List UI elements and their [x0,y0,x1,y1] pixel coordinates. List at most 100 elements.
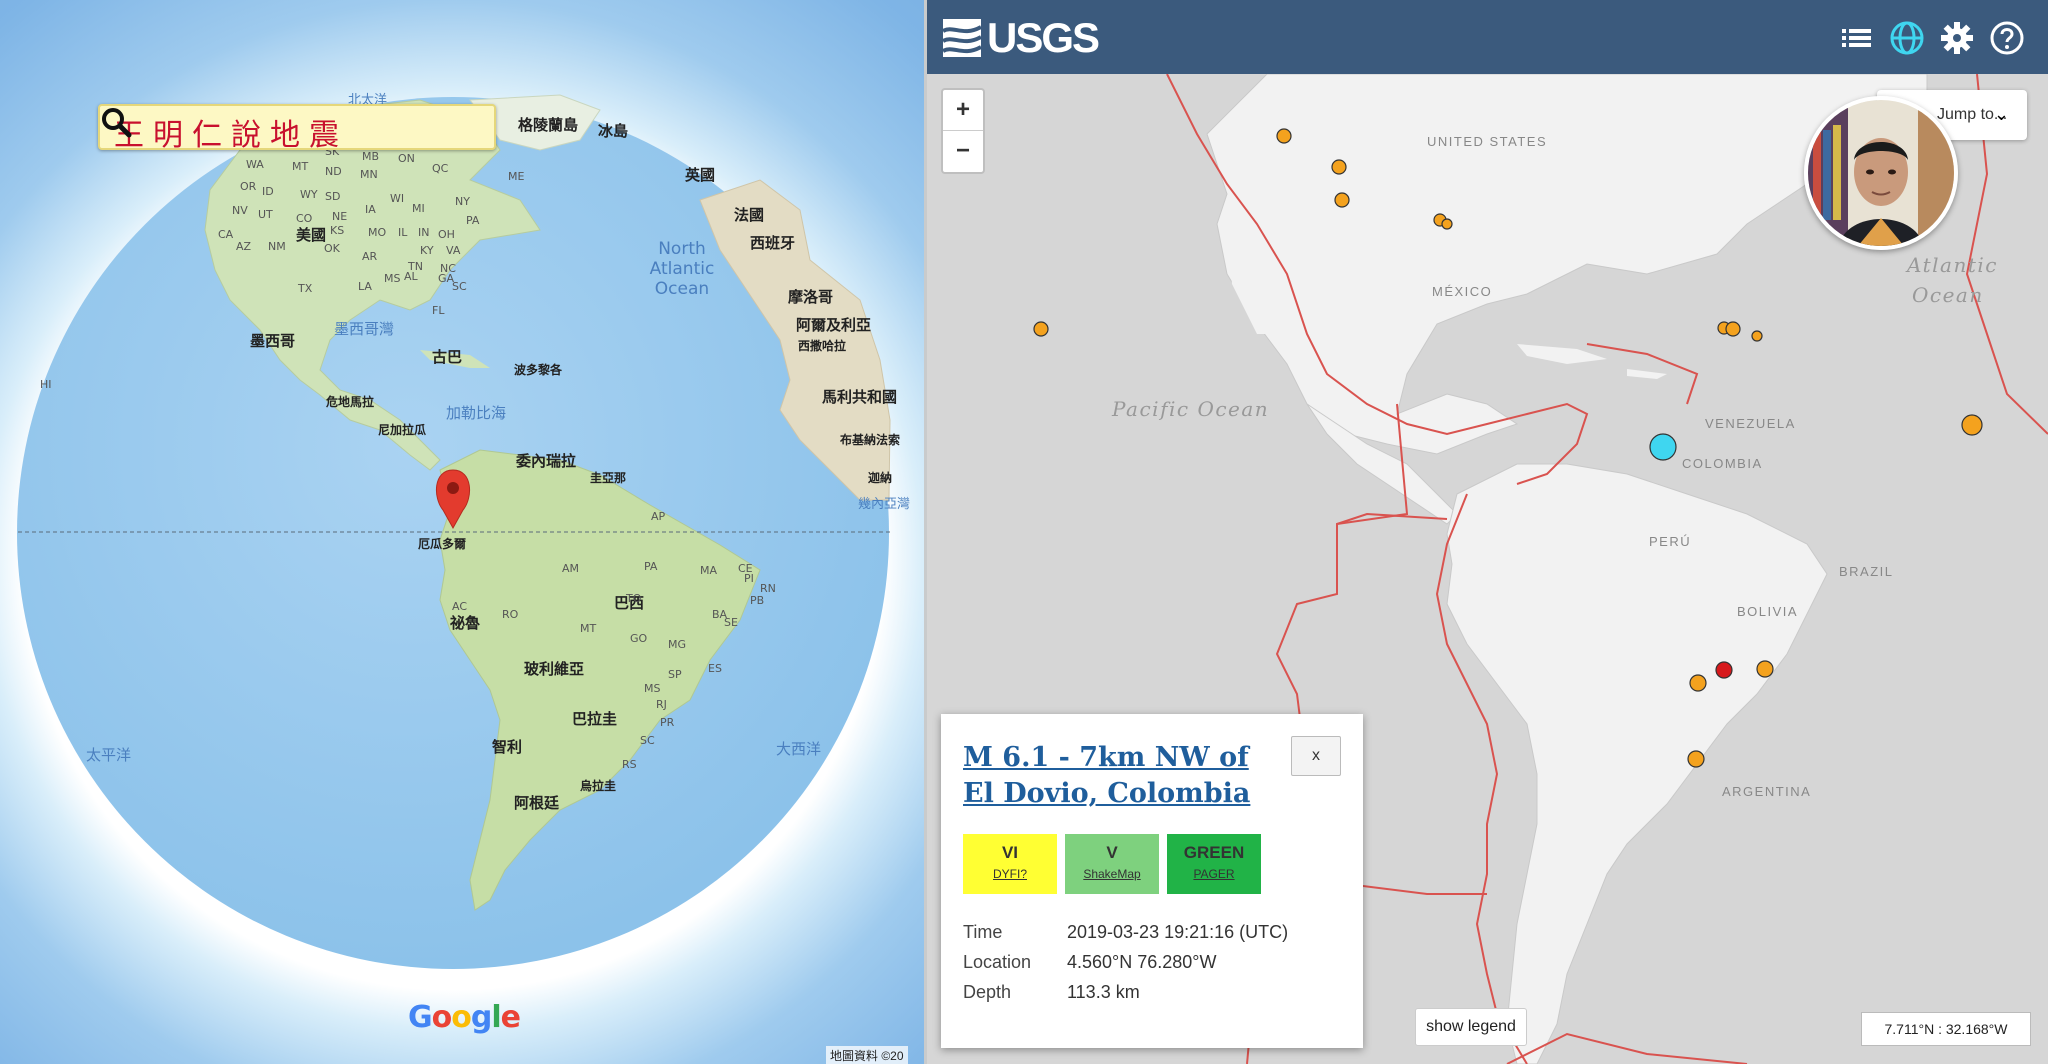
state-code-label: NE [332,210,347,223]
time-row: Time 2019-03-23 19:21:16 (UTC) [963,922,1288,943]
shakemap-value: V [1106,843,1118,862]
state-code-label: OK [324,242,341,255]
state-code-label: NV [232,204,248,217]
dyfi-badge[interactable]: VI DYFI? [963,834,1057,894]
search-text: 王明仁說地震 [114,118,348,153]
dyfi-value: VI [1001,843,1019,862]
state-code-label: WI [390,192,404,205]
label-ecuador: 厄瓜多爾 [418,536,466,551]
label-bolivia-usgs: BOLIVIA [1737,604,1798,619]
state-code-label: TX [297,282,313,295]
label-paraguay: 巴拉圭 [572,710,617,728]
time-value: 2019-03-23 19:21:16 (UTC) [1067,922,1289,942]
google-logo: Google [408,1000,521,1035]
depth-value: 113.3 km [1067,982,1140,1002]
google-logo-letter: G [408,1000,433,1035]
coordinate-readout: 7.711°N : 32.168°W [1861,1012,2031,1046]
location-label: Location [963,952,1032,972]
state-code-label: MO [368,226,386,239]
label-gulf: 墨西哥灣 [334,320,394,338]
gear-icon[interactable] [1939,20,1975,56]
search-icon[interactable] [100,106,132,138]
state-code-label: IA [365,203,376,216]
state-code-label: PI [744,572,754,585]
label-pacific-usgs: Pacific Ocean [1111,397,1269,421]
label-guyana: 圭亞那 [590,470,626,485]
quake-marker [1033,321,1049,337]
label-sierra: 布基納法索 [840,432,900,447]
state-code-label: AZ [236,240,252,253]
label-nicaragua: 尼加拉瓜 [378,422,426,437]
globe-icon[interactable] [1889,20,1925,56]
label-brazil-usgs: BRAZIL [1839,564,1894,579]
label-france: 法國 [734,206,764,224]
state-code-label: MB [362,150,379,163]
state-code-label: AP [651,510,666,523]
state-code-label: SE [724,616,738,629]
label-uruguay: 烏拉圭 [580,778,616,793]
quake-marker [1751,330,1763,342]
state-code-label: FL [432,304,445,317]
state-code-label: UT [258,208,273,221]
state-code-label: ID [262,185,274,198]
state-code-label: RO [502,608,519,621]
google-logo-letter: l [491,1000,501,1035]
label-algeria: 阿爾及利亞 [796,316,871,334]
label-pr: 波多黎各 [514,362,563,377]
shakemap-badge[interactable]: V ShakeMap [1065,834,1159,894]
state-code-label: SC [640,734,655,747]
label-greenland: 格陵蘭島 [518,116,578,134]
state-code-label: IL [398,226,408,239]
pager-badge[interactable]: GREEN PAGER [1167,834,1261,894]
state-code-label: GO [630,632,648,645]
label-n-atlantic: North [658,239,706,259]
usgs-logo[interactable]: USGS [943,14,1100,61]
state-code-label: PB [750,594,764,607]
state-code-label: MS [384,272,400,285]
globe-map[interactable]: 格陵蘭島 冰島 英國 法國 西班牙 摩洛哥 阿爾及利亞 西撒哈拉 馬利共和國 布… [0,0,924,1064]
quake-marker-selected [1649,433,1677,461]
list-icon[interactable] [1839,20,1875,56]
quake-marker [1687,750,1705,768]
map-attribution[interactable]: 地圖資料 ©20 [826,1046,908,1064]
label-cuba: 古巴 [432,348,462,366]
close-button[interactable]: x [1291,736,1341,776]
state-code-label: OR [240,180,257,193]
google-globe-panel[interactable]: 格陵蘭島 冰島 英國 法國 西班牙 摩洛哥 阿爾及利亞 西撒哈拉 馬利共和國 布… [0,0,924,1064]
state-code-label: NY [455,195,470,208]
usgs-wave-icon [943,19,981,57]
label-ghana: 迦納 [868,470,892,485]
zoom-out-button[interactable]: − [943,131,983,171]
google-logo-letter: g [470,1000,493,1035]
state-code-label: CA [218,228,234,241]
quake-marker-red [1715,661,1733,679]
quake-marker [1756,660,1774,678]
label-peru-usgs: PERÚ [1649,534,1691,549]
search-box[interactable]: 王明仁說地震 [98,104,496,153]
popup-title-link[interactable]: M 6.1 - 7km NW of El Dovio, Colombia [963,740,1283,812]
state-code-label: ES [708,662,722,675]
location-value: 4.560°N 76.280°W [1067,952,1217,972]
label-argentina: 阿根廷 [514,794,560,812]
state-code-label: KS [330,224,344,237]
usgs-logo-text: USGS [987,14,1100,61]
usgs-header: USGS [927,0,2048,74]
label-iceland: 冰島 [598,122,628,140]
quake-marker [1689,674,1707,692]
state-code-label: OH [438,228,455,241]
usgs-panel[interactable]: UNITED STATES MÉXICO VENEZUELA COLOMBIA … [927,0,2048,1064]
help-icon[interactable] [1989,20,2025,56]
label-colombia-usgs: COLOMBIA [1682,456,1763,471]
label-argentina-usgs: ARGENTINA [1722,784,1811,799]
zoom-in-button[interactable]: + [943,90,983,131]
time-label: Time [963,922,1003,942]
label-mali: 馬利共和國 [822,388,897,406]
label-n-atlantic-3: Ocean [655,279,709,299]
show-legend-button[interactable]: show legend [1415,1008,1527,1046]
state-code-label: AL [404,270,419,283]
state-code-label: QC [432,162,449,175]
pager-label: PAGER [1193,867,1235,881]
label-mexico-usgs: MÉXICO [1432,284,1492,299]
location-row: Location 4.560°N 76.280°W [963,952,1216,973]
chevron-down-icon: ⌄ [1993,104,2009,124]
